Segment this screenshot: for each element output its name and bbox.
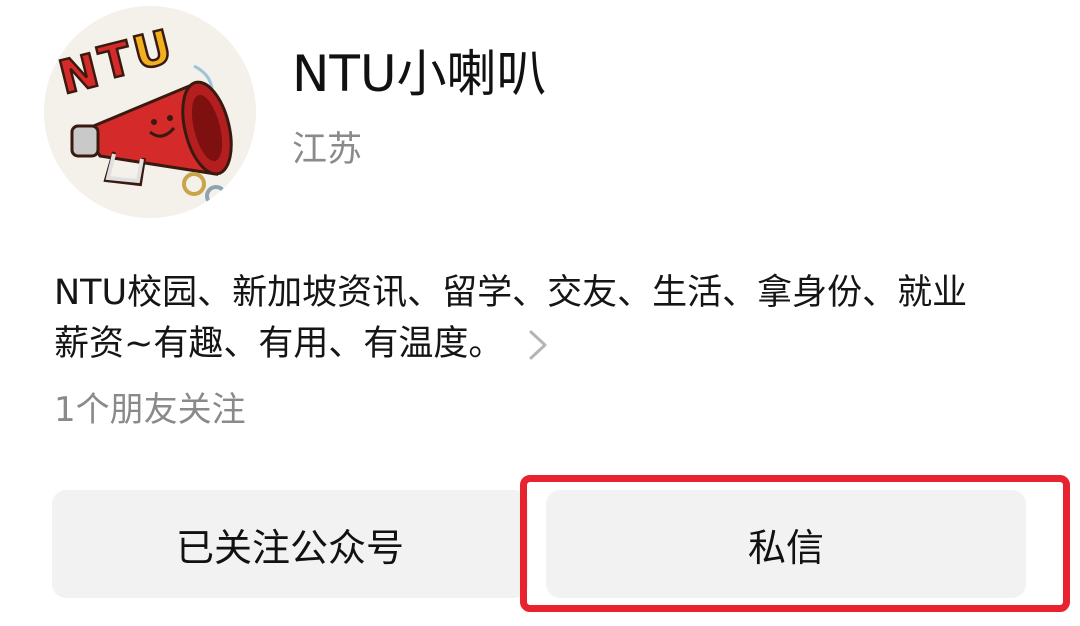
message-label: 私信 xyxy=(747,525,824,570)
account-name: NTU小喇叭 xyxy=(292,45,547,103)
followed-account-button[interactable]: 已关注公众号 xyxy=(52,490,528,598)
avatar[interactable]: N T U xyxy=(44,6,256,218)
message-button[interactable]: 私信 xyxy=(546,490,1026,598)
megaphone-icon: N T U xyxy=(44,6,256,218)
chevron-right-icon[interactable] xyxy=(525,328,551,362)
followers-count: 1个朋友关注 xyxy=(54,390,246,430)
description-text: 薪资~有趣、有用、有温度。 xyxy=(54,324,504,364)
followed-account-label: 已关注公众号 xyxy=(175,525,404,570)
description-line-2: 薪资~有趣、有用、有温度。 xyxy=(54,319,1054,370)
account-location: 江苏 xyxy=(292,130,363,170)
description-line: NTU校园、新加坡资讯、留学、交友、生活、拿身份、就业 xyxy=(54,273,968,313)
account-description[interactable]: NTU校园、新加坡资讯、留学、交友、生活、拿身份、就业 薪资~有趣、有用、有温度… xyxy=(54,268,1054,370)
